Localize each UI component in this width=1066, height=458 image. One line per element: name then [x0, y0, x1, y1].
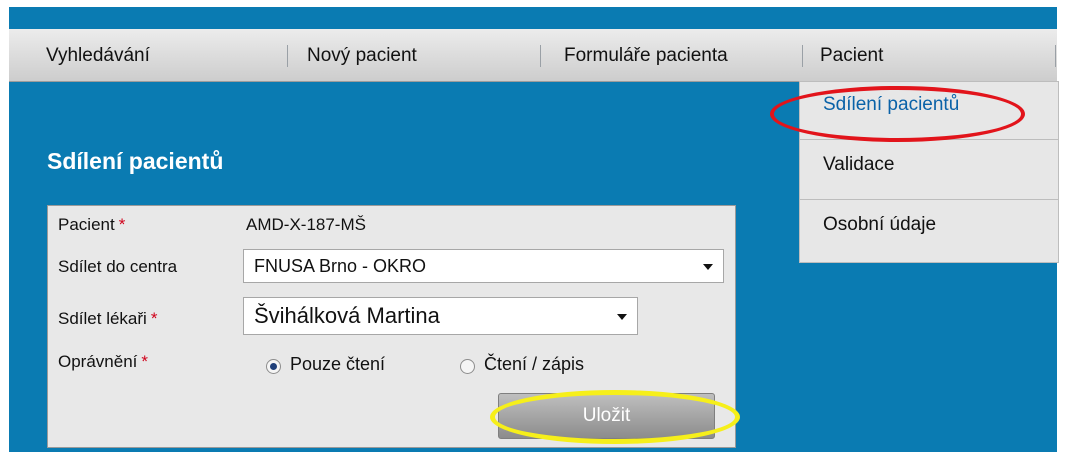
pacient-value: AMD-X-187-MŠ: [246, 215, 366, 234]
radio-read-only-label: Pouze čtení: [290, 354, 386, 374]
yellow-highlight-ellipse: [490, 390, 740, 444]
radio-read-only[interactable]: [266, 359, 281, 374]
nav-item-patient-forms[interactable]: Formuláře pacienta: [564, 45, 728, 67]
doctor-select[interactable]: Švihálková Martina: [243, 297, 638, 335]
red-highlight-ellipse: [770, 86, 1025, 142]
nav-separator: [802, 45, 803, 67]
page-title: Sdílení pacientů: [47, 148, 224, 174]
doctor-label: Sdílet lékaři *: [58, 309, 158, 328]
menu-item-label: Osobní údaje: [823, 214, 937, 235]
nav-item-patient[interactable]: Pacient: [820, 45, 883, 67]
top-navigation: Vyhledávání Nový pacient Formuláře pacie…: [9, 29, 1057, 82]
pacient-label: Pacient *: [58, 215, 126, 234]
centre-label: Sdílet do centra: [58, 257, 178, 276]
rights-label: Oprávnění *: [58, 352, 149, 371]
nav-separator: [1055, 45, 1056, 67]
centre-select[interactable]: FNUSA Brno - OKRO: [243, 249, 724, 283]
nav-separator: [540, 45, 541, 67]
menu-item-label: Validace: [823, 154, 895, 175]
radio-read-write-label: Čtení / zápis: [484, 354, 585, 374]
radio-read-write[interactable]: [460, 359, 475, 374]
chevron-down-icon: [617, 314, 627, 320]
doctor-select-value: Švihálková Martina: [254, 303, 440, 328]
nav-item-new-patient[interactable]: Nový pacient: [307, 45, 417, 67]
nav-separator: [287, 45, 288, 67]
menu-item-personal-data[interactable]: Osobní údaje: [800, 202, 1058, 260]
menu-item-validation[interactable]: Validace: [800, 142, 1058, 200]
nav-item-search[interactable]: Vyhledávání: [46, 45, 150, 67]
centre-select-value: FNUSA Brno - OKRO: [254, 256, 427, 276]
chevron-down-icon: [703, 264, 713, 270]
